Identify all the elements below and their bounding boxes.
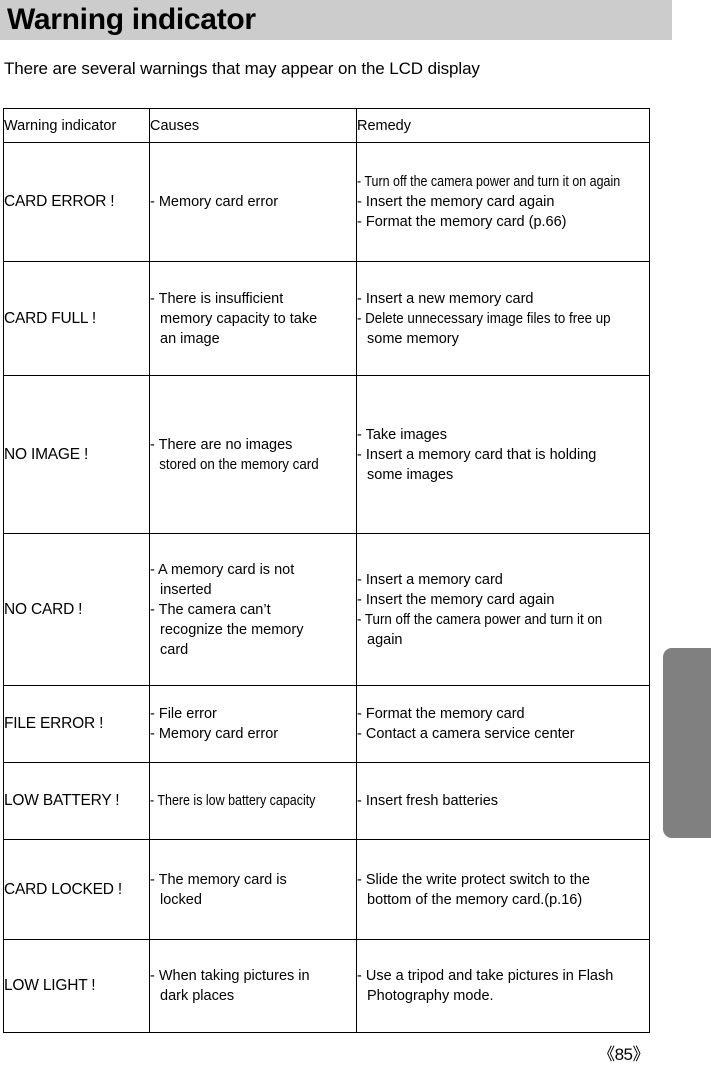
table-row: CARD LOCKED ! - The memory card is locke… [3,839,650,940]
indicator-card-locked: CARD LOCKED ! [3,839,150,940]
column-header-remedy: Remedy [356,108,650,143]
table-row: FILE ERROR ! - File error - Memory card … [3,685,650,763]
cause-line: - File error [150,706,217,722]
cause-line: inserted [160,581,212,598]
cause-line: - Memory card error [150,194,279,210]
indicator-low-light: LOW LIGHT ! [3,939,150,1033]
cause-line: - The memory card is [150,871,287,888]
remedy-line: Photography mode. [367,988,494,1004]
indicator-card-error: CARD ERROR ! [3,142,150,262]
cause-line: - When taking pictures in [150,968,310,984]
cause-line: recognize the memory [160,621,304,638]
remedy-line: some memory [367,330,459,347]
page-subtitle: There are several warnings that may appe… [4,59,480,78]
causes-card-error: - Memory card error [149,142,357,262]
remedy-line: - Insert a new memory card [357,290,534,307]
remedy-line: - Format the memory card [357,706,525,722]
causes-low-light: - When taking pictures in dark places [149,939,357,1033]
cause-line: an image [160,330,220,347]
causes-file-error: - File error - Memory card error [149,685,357,763]
causes-card-locked: - The memory card is locked [149,839,357,940]
remedy-line: - Use a tripod and take pictures in Flas… [357,968,614,984]
remedy-line: - Insert the memory card again [357,591,555,608]
remedy-line: again [367,631,403,648]
indicator-file-error: FILE ERROR ! [3,685,150,763]
cause-line: dark places [160,988,235,1004]
table-row: NO IMAGE ! - There are no images stored … [3,375,650,534]
table-row: CARD ERROR ! - Memory card error - Turn … [3,142,650,262]
remedy-card-error: - Turn off the camera power and turn it … [356,142,650,262]
column-header-causes: Causes [149,108,357,143]
cause-line: - There is low battery capacity [150,793,316,809]
warning-indicator-table: Warning indicator Causes Remedy CARD ERR… [3,108,650,1033]
remedy-line: - Turn off the camera power and turn it … [357,611,603,628]
remedy-line: - Turn off the camera power and turn it … [357,174,621,190]
table-row: NO CARD ! - A memory card is not inserte… [3,533,650,686]
cause-line: memory capacity to take [160,310,318,327]
remedy-line: - Delete unnecessary image files to free… [357,310,611,327]
remedy-line: - Insert a memory card [357,571,503,588]
remedy-line: - Insert the memory card again [357,194,555,210]
remedy-line: - Insert fresh batteries [357,793,499,809]
table-row: CARD FULL ! - There is insufficient memo… [3,261,650,376]
indicator-no-image: NO IMAGE ! [3,375,150,534]
remedy-card-locked: - Slide the write protect switch to the … [356,839,650,940]
remedy-line: - Format the memory card (p.66) [357,214,567,230]
remedy-line: bottom of the memory card.(p.16) [367,891,583,908]
remedy-line: - Contact a camera service center [357,726,575,742]
table-row: LOW BATTERY ! - There is low battery cap… [3,762,650,840]
cause-line: locked [160,891,202,908]
cause-line: - The camera can’t [150,601,271,618]
remedy-line: some images [367,466,454,483]
column-header-warning-indicator: Warning indicator [3,108,150,143]
table-row: LOW LIGHT ! - When taking pictures in da… [3,939,650,1033]
causes-card-full: - There is insufficient memory capacity … [149,261,357,376]
page-title: Warning indicator [7,3,256,36]
cause-line: - A memory card is not [150,561,295,578]
causes-no-card: - A memory card is not inserted - The ca… [149,533,357,686]
remedy-card-full: - Insert a new memory card - Delete unne… [356,261,650,376]
remedy-low-battery: - Insert fresh batteries [356,762,650,840]
cause-line: - Memory card error [150,726,279,742]
cause-line: - There is insufficient [150,290,284,307]
section-side-tab [663,648,711,838]
indicator-low-battery: LOW BATTERY ! [3,762,150,840]
remedy-line: - Slide the write protect switch to the [357,871,590,888]
remedy-file-error: - Format the memory card - Contact a cam… [356,685,650,763]
remedy-line: - Take images [357,426,447,443]
indicator-no-card: NO CARD ! [3,533,150,686]
remedy-low-light: - Use a tripod and take pictures in Flas… [356,939,650,1033]
page-number: 《85》 [598,1045,649,1064]
causes-low-battery: - There is low battery capacity [149,762,357,840]
table-header-row: Warning indicator Causes Remedy [3,108,650,143]
remedy-no-image: - Take images - Insert a memory card tha… [356,375,650,534]
remedy-line: - Insert a memory card that is holding [357,446,597,463]
remedy-no-card: - Insert a memory card - Insert the memo… [356,533,650,686]
indicator-card-full: CARD FULL ! [3,261,150,376]
cause-line: - There are no images [150,436,293,453]
causes-no-image: - There are no images stored on the memo… [149,375,357,534]
cause-line: stored on the memory card [159,456,319,473]
cause-line: card [160,641,189,658]
